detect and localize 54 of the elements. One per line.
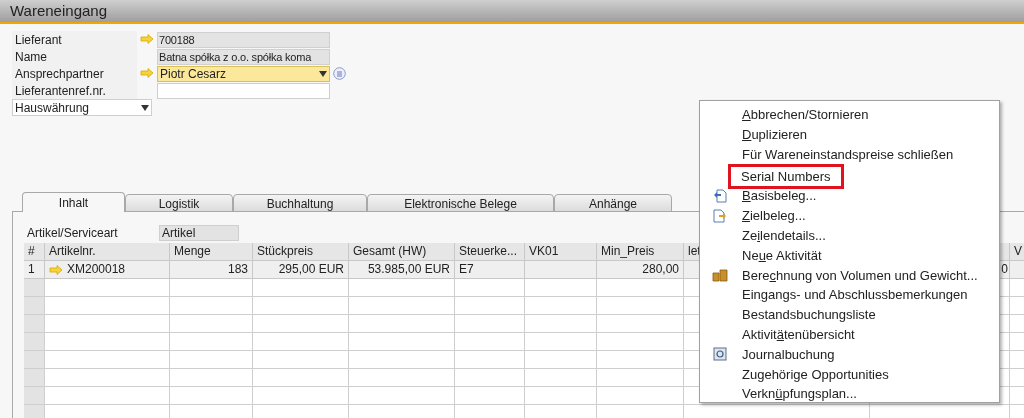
menu-item[interactable]: Zugehörige Opportunities [740,364,891,384]
tab[interactable]: Buchhaltung [233,194,367,212]
document-arrow-icon [713,208,727,223]
menu-item[interactable]: Verknüpfungsplan... [740,384,859,404]
row-number [24,387,45,405]
field-label: Lieferant [12,30,137,49]
column-header[interactable]: Menge [170,243,253,261]
input-field[interactable] [157,82,330,99]
menu-item[interactable]: Duplizieren [740,124,810,145]
window-title: Wareneingang [10,0,107,21]
row-number [24,369,45,387]
dropdown-field[interactable]: Piotr Cesarz [157,65,330,82]
dropdown-icon [319,70,327,77]
tab[interactable]: Inhalt [22,192,125,212]
menu-item[interactable]: Für Wareneinstandspreise schließen [740,144,956,165]
arrow-icon[interactable] [49,264,63,275]
arrow-icon[interactable] [140,33,154,44]
dropdown-icon [141,104,149,111]
menu-item[interactable]: Abbrechen/Stornieren [740,105,871,125]
row-number [24,297,45,315]
tab[interactable]: Anhänge [554,194,672,212]
menu-item[interactable]: Neue Aktivität [740,245,824,266]
column-header[interactable]: VK01 [525,243,597,261]
list-icon[interactable] [333,67,346,80]
row-number [24,351,45,369]
menu-item[interactable]: Basisbeleg... [740,186,819,206]
field-label: Artikel/Serviceart [26,224,119,242]
row-number [24,333,45,351]
column-header[interactable]: # [24,243,45,261]
currency-dropdown[interactable]: Hauswährung [12,99,152,116]
column-header[interactable]: Gesamt (HW) [349,243,455,261]
tab[interactable]: Elektronische Belege [367,194,554,212]
column-header[interactable]: V [1010,243,1024,261]
text-field[interactable]: Artikel [159,224,239,241]
column-header[interactable]: Min_Preis [597,243,684,261]
menu-item[interactable]: Eingangs- und Abschlussbemerkungen [740,285,970,305]
arrow-icon[interactable] [140,67,154,78]
menu-item[interactable]: Zielbeleg... [740,206,808,226]
text-field[interactable]: 700188 [157,31,330,48]
menu-item[interactable]: Aktivitätenübersicht [740,324,857,345]
column-header[interactable]: Stückpreis [253,243,349,261]
menu-item[interactable]: Journalbuchung [740,344,837,365]
menu-item[interactable]: Zeilendetails... [740,225,828,246]
journal-icon [713,347,727,362]
column-header[interactable]: Artikelnr. [45,243,170,261]
document-arrow-icon [713,189,727,204]
menu-item[interactable]: Serial Numbers [731,166,841,187]
boxes-icon [712,268,728,283]
text-field[interactable]: Batna spółka z o.o. spółka koma [157,48,330,65]
row-number [24,315,45,333]
tab[interactable]: Logistik [125,194,233,212]
row-number [24,405,45,418]
column-header[interactable]: Steuerke... [455,243,525,261]
menu-item[interactable]: Bestandsbuchungsliste [740,305,878,325]
